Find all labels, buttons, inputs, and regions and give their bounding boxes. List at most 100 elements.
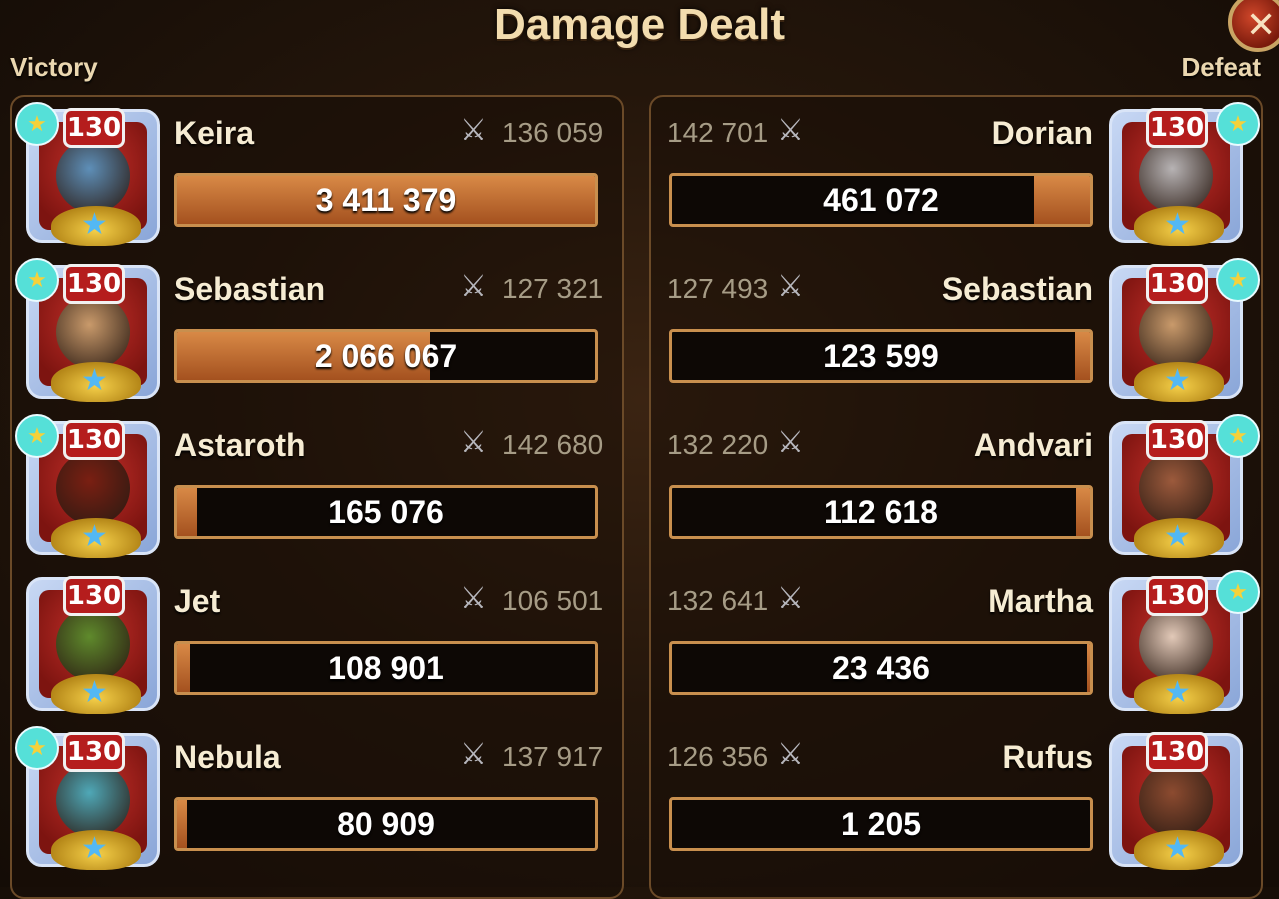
victory-label: Victory bbox=[10, 52, 98, 82]
damage-value: 108 901 bbox=[328, 650, 444, 686]
rank-wings-icon: ★ bbox=[1134, 674, 1224, 714]
damage-value: 2 066 067 bbox=[314, 338, 458, 374]
pet-paw-icon: ★ bbox=[1216, 570, 1260, 614]
hero-face bbox=[1139, 295, 1213, 369]
hero-row: 130 ★ ★ Keira ⚔ 136 059 3 411 379 bbox=[12, 97, 622, 253]
hero-name: Martha bbox=[988, 583, 1093, 619]
damage-bar: 1 205 bbox=[669, 797, 1093, 851]
rank-wings-icon: ★ bbox=[51, 362, 141, 402]
rank-wings-icon: ★ bbox=[51, 518, 141, 558]
hero-row: 130 ★ ★ Dorian ⚔ 142 701 461 072 bbox=[651, 97, 1261, 253]
hero-power: 132 220 bbox=[667, 429, 769, 460]
hero-face bbox=[56, 139, 130, 213]
star-icon: ★ bbox=[1164, 520, 1191, 553]
star-icon: ★ bbox=[1164, 832, 1191, 865]
level-badge: 130 bbox=[1146, 576, 1208, 616]
hero-power: 142 701 bbox=[667, 117, 769, 148]
hero-name: Sebastian bbox=[941, 271, 1093, 307]
level-badge: 130 bbox=[1146, 420, 1208, 460]
rank-wings-icon: ★ bbox=[51, 674, 141, 714]
hero-portrait[interactable]: 130 ★ bbox=[26, 576, 160, 714]
level-badge: 130 bbox=[1146, 264, 1208, 304]
pet-paw-icon: ★ bbox=[15, 726, 59, 770]
hero-power: 126 356 bbox=[667, 741, 769, 772]
hero-portrait[interactable]: 130 ★ ★ bbox=[1109, 414, 1260, 558]
damage-value: 3 411 379 bbox=[315, 182, 457, 218]
swords-icon: ⚔ bbox=[460, 738, 487, 771]
hero-portrait[interactable]: 130 ★ ★ bbox=[1109, 102, 1260, 246]
hero-power: 127 493 bbox=[667, 273, 769, 304]
rank-wings-icon: ★ bbox=[51, 830, 141, 870]
star-icon: ★ bbox=[81, 676, 108, 709]
hero-row: 130 ★ ★ Martha ⚔ 132 641 23 436 bbox=[651, 565, 1261, 721]
hero-portrait[interactable]: 130 ★ ★ bbox=[1109, 258, 1260, 402]
level-badge: 130 bbox=[1146, 732, 1208, 772]
damage-value: 1 205 bbox=[840, 806, 922, 842]
hero-portrait[interactable]: 130 ★ bbox=[1109, 732, 1243, 870]
hero-row: 130 ★ Jet ⚔ 106 501 108 901 bbox=[12, 565, 622, 721]
hero-name: Dorian bbox=[991, 115, 1093, 151]
defeat-label: Defeat bbox=[1181, 52, 1261, 82]
damage-bar: 165 076 bbox=[174, 485, 598, 539]
hero-row: 130 ★ ★ Sebastian ⚔ 127 321 2 066 067 bbox=[12, 253, 622, 409]
level-badge: 130 bbox=[1146, 108, 1208, 148]
damage-bar: 123 599 bbox=[669, 329, 1093, 383]
damage-value: 123 599 bbox=[823, 338, 939, 374]
swords-icon: ⚔ bbox=[777, 426, 804, 459]
hero-name: Nebula bbox=[174, 739, 281, 775]
hero-portrait[interactable]: 130 ★ ★ bbox=[15, 258, 160, 402]
star-icon: ★ bbox=[1164, 364, 1191, 397]
hero-face bbox=[1139, 451, 1213, 525]
star-icon: ★ bbox=[81, 364, 108, 397]
pet-paw-icon: ★ bbox=[15, 102, 59, 146]
victory-panel: 130 ★ ★ Keira ⚔ 136 059 3 411 379 130 ★ ★ Sebastia… bbox=[10, 95, 624, 899]
hero-name: Andvari bbox=[973, 427, 1093, 463]
pet-paw-icon: ★ bbox=[1216, 258, 1260, 302]
damage-bar: 112 618 bbox=[669, 485, 1093, 539]
hero-portrait[interactable]: 130 ★ ★ bbox=[15, 414, 160, 558]
star-icon: ★ bbox=[81, 520, 108, 553]
pet-paw-icon: ★ bbox=[15, 258, 59, 302]
star-icon: ★ bbox=[81, 208, 108, 241]
hero-portrait[interactable]: 130 ★ ★ bbox=[15, 102, 160, 246]
level-badge: 130 bbox=[63, 420, 125, 460]
hero-power: 127 321 bbox=[502, 273, 604, 304]
damage-bar: 108 901 bbox=[174, 641, 598, 695]
swords-icon: ⚔ bbox=[460, 426, 487, 459]
damage-value: 165 076 bbox=[328, 494, 444, 530]
damage-bar: 461 072 bbox=[669, 173, 1093, 227]
swords-icon: ⚔ bbox=[777, 582, 804, 615]
level-badge: 130 bbox=[63, 732, 125, 772]
swords-icon: ⚔ bbox=[460, 582, 487, 615]
hero-face bbox=[1139, 607, 1213, 681]
star-icon: ★ bbox=[81, 832, 108, 865]
hero-row: 130 ★ ★ Sebastian ⚔ 127 493 123 599 bbox=[651, 253, 1261, 409]
level-badge: 130 bbox=[63, 108, 125, 148]
hero-row: 130 ★ ★ Nebula ⚔ 137 917 80 909 bbox=[12, 721, 622, 877]
damage-value: 80 909 bbox=[337, 806, 435, 842]
hero-name: Keira bbox=[174, 115, 255, 151]
damage-value: 23 436 bbox=[832, 650, 930, 686]
pet-paw-icon: ★ bbox=[15, 414, 59, 458]
level-badge: 130 bbox=[63, 576, 125, 616]
swords-icon: ⚔ bbox=[777, 738, 804, 771]
rank-wings-icon: ★ bbox=[51, 206, 141, 246]
hero-portrait[interactable]: 130 ★ ★ bbox=[15, 726, 160, 870]
hero-face bbox=[1139, 763, 1213, 837]
damage-value: 461 072 bbox=[823, 182, 939, 218]
hero-power: 142 680 bbox=[502, 429, 604, 460]
damage-bar: 80 909 bbox=[174, 797, 598, 851]
close-icon: ✕ bbox=[1246, 4, 1277, 45]
damage-bar: 3 411 379 bbox=[174, 173, 598, 227]
hero-name: Jet bbox=[174, 583, 221, 619]
swords-icon: ⚔ bbox=[777, 114, 804, 147]
star-icon: ★ bbox=[1164, 676, 1191, 709]
hero-row: 130 ★ ★ Astaroth ⚔ 142 680 165 076 bbox=[12, 409, 622, 565]
rank-wings-icon: ★ bbox=[1134, 830, 1224, 870]
hero-portrait[interactable]: 130 ★ ★ bbox=[1109, 570, 1260, 714]
rank-wings-icon: ★ bbox=[1134, 362, 1224, 402]
damage-bar: 23 436 bbox=[669, 641, 1093, 695]
hero-power: 106 501 bbox=[502, 585, 604, 616]
swords-icon: ⚔ bbox=[777, 270, 804, 303]
screen-title: Damage Dealt bbox=[493, 0, 785, 49]
